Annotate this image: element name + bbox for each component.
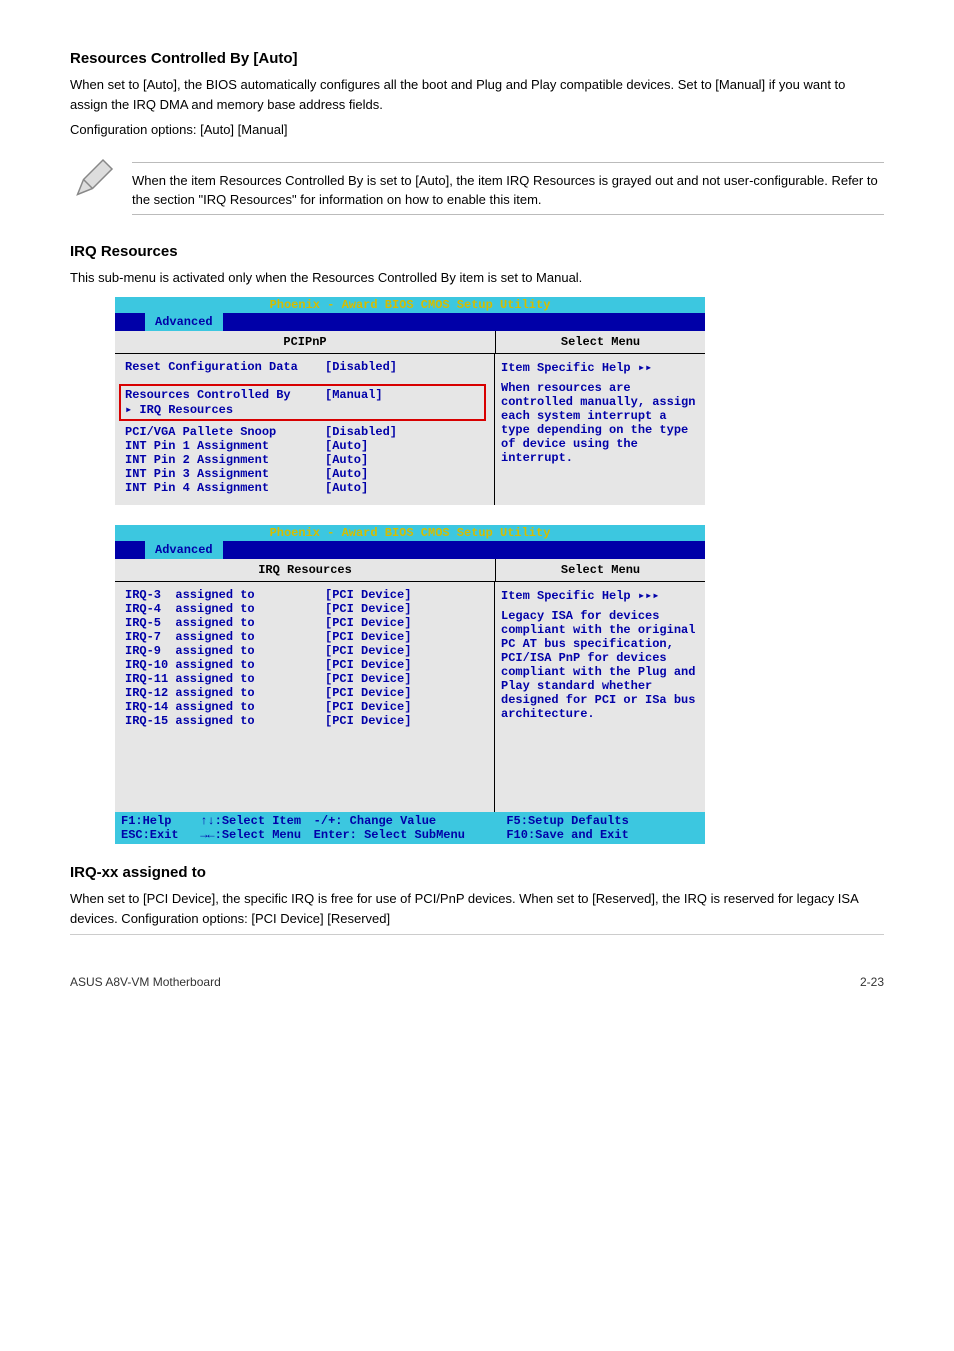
para-irq-assigned: When set to [PCI Device], the specific I…: [70, 889, 884, 928]
help-title: Item Specific Help ▸▸: [501, 360, 697, 375]
setting-label: INT Pin 4 Assignment: [125, 481, 325, 495]
setting-label: IRQ-9 assigned to: [125, 644, 325, 658]
bios2-pane-title-left: IRQ Resources: [115, 559, 496, 581]
footer-keys-left: F1:Help ↑↓:Select Item ESC:Exit →←:Selec…: [121, 814, 314, 842]
setting-label: IRQ-3 assigned to: [125, 588, 325, 602]
setting-int-pin4[interactable]: INT Pin 4 Assignment[Auto]: [125, 481, 486, 495]
bios2-settings-pane: IRQ-3 assigned to[PCI Device]IRQ-4 assig…: [115, 582, 495, 812]
help-title: Item Specific Help ▸▸▸: [501, 588, 697, 603]
setting-value: [PCI Device]: [325, 658, 411, 672]
bios2-pane-title-right: Select Menu: [496, 559, 705, 581]
para-irq: This sub-menu is activated only when the…: [70, 268, 884, 288]
setting-label: IRQ-12 assigned to: [125, 686, 325, 700]
bios2-help-pane: Item Specific Help ▸▸▸ Legacy ISA for de…: [495, 582, 705, 812]
setting-value: [PCI Device]: [325, 588, 411, 602]
bios1-help-pane: Item Specific Help ▸▸ When resources are…: [495, 354, 705, 505]
page-footer-divider: [70, 934, 884, 935]
section-title-resources: Resources Controlled By [Auto]: [70, 50, 884, 67]
setting-label: IRQ-15 assigned to: [125, 714, 325, 728]
bios-screenshot-2: Phoenix - Award BIOS CMOS Setup Utility …: [115, 525, 705, 844]
section-title-irq: IRQ Resources: [70, 243, 884, 260]
setting-label: IRQ-4 assigned to: [125, 602, 325, 616]
setting-value: [PCI Device]: [325, 714, 411, 728]
bios1-menu-bar: Advanced: [115, 313, 705, 331]
setting-irq-8[interactable]: IRQ-14 assigned to[PCI Device]: [125, 700, 486, 714]
setting-value: [Manual]: [325, 388, 445, 402]
bios2-menu-bar: Advanced: [115, 541, 705, 559]
bios2-key-footer: F1:Help ↑↓:Select Item ESC:Exit →←:Selec…: [115, 812, 705, 844]
bios1-title: Phoenix - Award BIOS CMOS Setup Utility: [115, 297, 705, 313]
setting-value: [325, 402, 445, 417]
bios1-settings-pane: Reset Configuration Data [Disabled] Reso…: [115, 354, 495, 505]
bios-screenshot-1: Phoenix - Award BIOS CMOS Setup Utility …: [115, 297, 705, 505]
bios1-pane-title-right: Select Menu: [496, 331, 705, 353]
setting-label: PCI/VGA Pallete Snoop: [125, 425, 325, 439]
section-title-irq-assigned: IRQ-xx assigned to: [70, 864, 884, 881]
note-divider-bottom: [132, 214, 884, 215]
setting-resources-controlled-by[interactable]: Resources Controlled By [Manual]: [125, 388, 480, 402]
note-block: When the item Resources Controlled By is…: [70, 154, 884, 223]
footer-keys-right: F5:Setup Defaults F10:Save and Exit: [506, 814, 699, 842]
setting-label: Resources Controlled By: [125, 388, 325, 402]
setting-reset-config[interactable]: Reset Configuration Data [Disabled]: [125, 360, 486, 374]
setting-int-pin1[interactable]: INT Pin 1 Assignment[Auto]: [125, 439, 486, 453]
bios1-pane-title-left: PCIPnP: [115, 331, 496, 353]
setting-label: IRQ-11 assigned to: [125, 672, 325, 686]
setting-irq-5[interactable]: IRQ-10 assigned to[PCI Device]: [125, 658, 486, 672]
setting-irq-7[interactable]: IRQ-12 assigned to[PCI Device]: [125, 686, 486, 700]
footer-product: ASUS A8V-VM Motherboard: [70, 975, 221, 989]
bios2-tab-advanced[interactable]: Advanced: [145, 541, 223, 559]
para-resources-1: When set to [Auto], the BIOS automatical…: [70, 75, 884, 114]
setting-int-pin3[interactable]: INT Pin 3 Assignment[Auto]: [125, 467, 486, 481]
setting-value: [PCI Device]: [325, 700, 411, 714]
setting-value: [PCI Device]: [325, 644, 411, 658]
setting-label: IRQ-14 assigned to: [125, 700, 325, 714]
bios1-tab-advanced[interactable]: Advanced: [145, 313, 223, 331]
setting-pci-vga-snoop[interactable]: PCI/VGA Pallete Snoop[Disabled]: [125, 425, 486, 439]
setting-value: [Auto]: [325, 439, 445, 453]
setting-label: Reset Configuration Data: [125, 360, 325, 374]
submenu-irq-resources[interactable]: ▸ IRQ Resources: [125, 402, 480, 417]
footer-keys-center: -/+: Change Value Enter: Select SubMenu: [314, 814, 507, 842]
setting-irq-9[interactable]: IRQ-15 assigned to[PCI Device]: [125, 714, 486, 728]
setting-label: IRQ-10 assigned to: [125, 658, 325, 672]
help-body: Legacy ISA for devices compliant with th…: [501, 609, 697, 721]
setting-value: [Disabled]: [325, 425, 445, 439]
setting-label: IRQ-7 assigned to: [125, 630, 325, 644]
setting-label: INT Pin 3 Assignment: [125, 467, 325, 481]
setting-irq-0[interactable]: IRQ-3 assigned to[PCI Device]: [125, 588, 486, 602]
help-body: When resources are controlled manually, …: [501, 381, 697, 465]
bios2-title: Phoenix - Award BIOS CMOS Setup Utility: [115, 525, 705, 541]
pencil-icon: [70, 154, 118, 207]
setting-value: [Auto]: [325, 453, 445, 467]
setting-irq-1[interactable]: IRQ-4 assigned to[PCI Device]: [125, 602, 486, 616]
setting-label: ▸ IRQ Resources: [125, 402, 325, 417]
footer-page-number: 2-23: [860, 975, 884, 989]
setting-irq-2[interactable]: IRQ-5 assigned to[PCI Device]: [125, 616, 486, 630]
highlighted-settings: Resources Controlled By [Manual] ▸ IRQ R…: [119, 384, 486, 421]
setting-value: [Auto]: [325, 467, 445, 481]
setting-value: [Disabled]: [325, 360, 445, 374]
setting-irq-4[interactable]: IRQ-9 assigned to[PCI Device]: [125, 644, 486, 658]
setting-label: INT Pin 1 Assignment: [125, 439, 325, 453]
setting-int-pin2[interactable]: INT Pin 2 Assignment[Auto]: [125, 453, 486, 467]
setting-value: [PCI Device]: [325, 602, 411, 616]
note-divider-top: [132, 162, 884, 163]
setting-value: [PCI Device]: [325, 616, 411, 630]
setting-value: [PCI Device]: [325, 672, 411, 686]
setting-irq-3[interactable]: IRQ-7 assigned to[PCI Device]: [125, 630, 486, 644]
setting-value: [PCI Device]: [325, 630, 411, 644]
setting-label: IRQ-5 assigned to: [125, 616, 325, 630]
setting-label: INT Pin 2 Assignment: [125, 453, 325, 467]
note-text: When the item Resources Controlled By is…: [132, 171, 884, 210]
setting-value: [PCI Device]: [325, 686, 411, 700]
setting-value: [Auto]: [325, 481, 445, 495]
setting-irq-6[interactable]: IRQ-11 assigned to[PCI Device]: [125, 672, 486, 686]
para-resources-2: Configuration options: [Auto] [Manual]: [70, 120, 884, 140]
